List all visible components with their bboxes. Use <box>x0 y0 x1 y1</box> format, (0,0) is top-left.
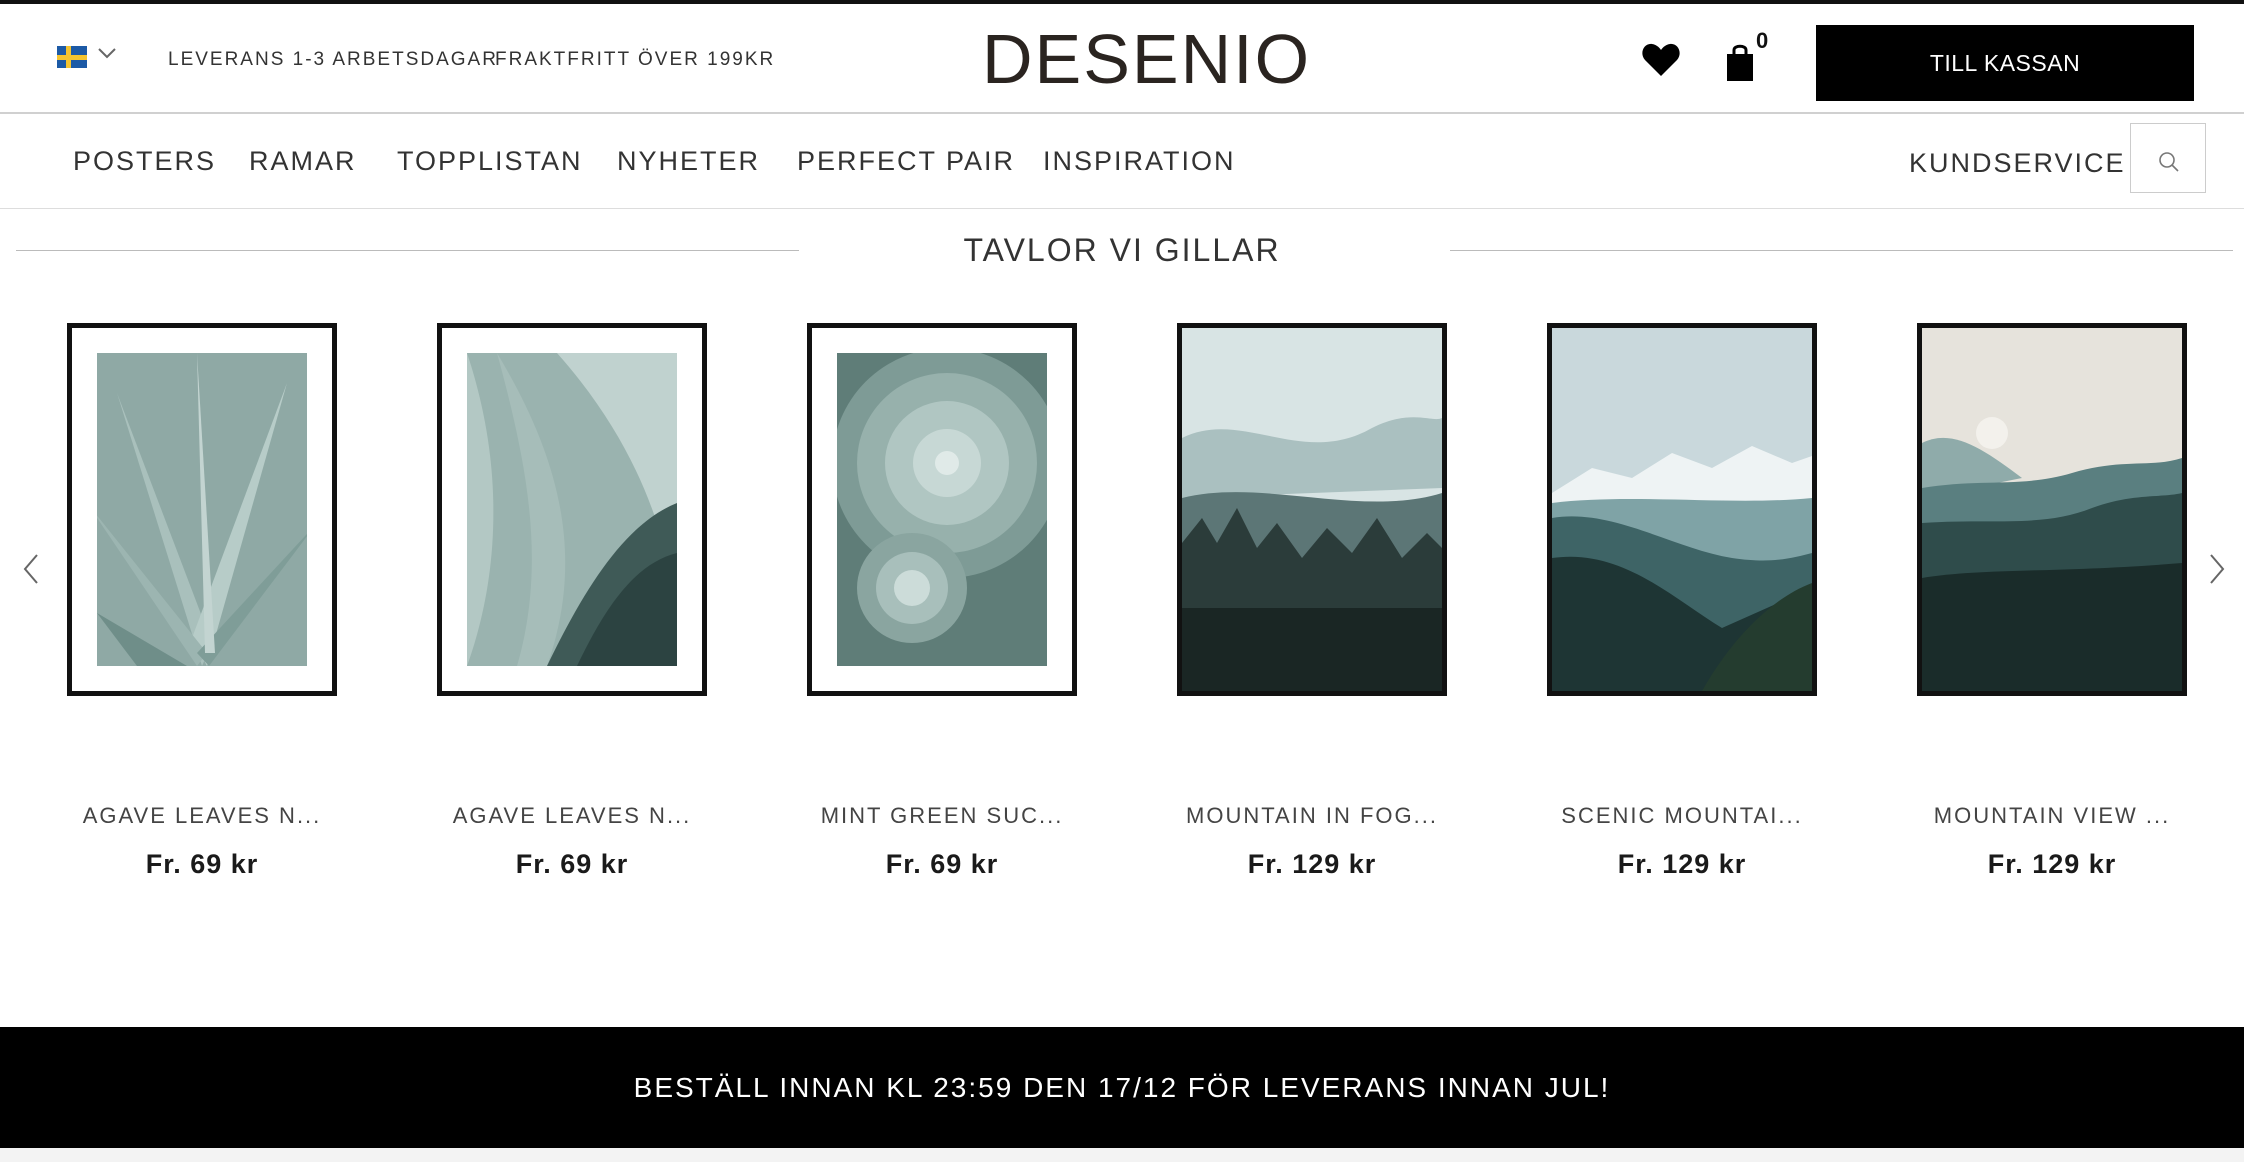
main-navigation: POSTERS RAMAR TOPPLISTAN NYHETER PERFECT… <box>0 114 2244 209</box>
nav-item-posters[interactable]: POSTERS <box>73 146 216 177</box>
product-image[interactable] <box>807 323 1077 696</box>
product-price: Fr. 129 kr <box>1247 849 1377 879</box>
bottom-strip <box>0 1148 2244 1162</box>
product-name[interactable]: SCENIC MOUNTAI... <box>1527 803 1837 829</box>
heart-icon[interactable] <box>1641 42 1681 78</box>
product-name[interactable]: AGAVE LEAVES N... <box>417 803 727 829</box>
product-price: Fr. 69 kr <box>515 849 629 879</box>
product-image[interactable] <box>1547 323 1817 696</box>
cart-count-badge: 0 <box>1756 28 1769 53</box>
section-title: TAVLOR VI GILLAR <box>963 232 1281 268</box>
product-price: Fr. 129 kr <box>1987 849 2117 879</box>
search-button[interactable] <box>2130 123 2206 193</box>
delivery-info: LEVERANS 1-3 ARBETSDAGAR <box>168 49 498 70</box>
free-shipping-info: FRAKTFRITT ÖVER 199KR <box>495 49 776 70</box>
product-image[interactable] <box>67 323 337 696</box>
shopping-bag-icon[interactable] <box>1725 42 1755 82</box>
desenio-logo[interactable]: DESENIO <box>982 18 1311 100</box>
search-icon <box>2159 152 2179 172</box>
product-name[interactable]: MOUNTAIN IN FOG... <box>1157 803 1467 829</box>
nav-item-ramar[interactable]: RAMAR <box>249 146 357 177</box>
nav-item-nyheter[interactable]: NYHETER <box>617 146 760 177</box>
checkout-button[interactable]: TILL KASSAN <box>1816 25 2194 101</box>
site-header: LEVERANS 1-3 ARBETSDAGAR FRAKTFRITT ÖVER… <box>0 4 2244 114</box>
product-name[interactable]: MOUNTAIN VIEW ... <box>1897 803 2207 829</box>
chevron-left-icon[interactable] <box>19 551 43 587</box>
sweden-flag-icon[interactable] <box>57 46 87 68</box>
chevron-right-icon[interactable] <box>2205 551 2229 587</box>
chevron-down-icon[interactable] <box>96 46 118 60</box>
product-image[interactable] <box>437 323 707 696</box>
christmas-delivery-banner: BESTÄLL INNAN KL 23:59 DEN 17/12 FÖR LEV… <box>0 1027 2244 1148</box>
product-name[interactable]: MINT GREEN SUC... <box>787 803 1097 829</box>
product-price: Fr. 129 kr <box>1617 849 1747 879</box>
product-image[interactable] <box>1177 323 1447 696</box>
nav-item-perfect-pair[interactable]: PERFECT PAIR <box>797 146 1015 177</box>
product-name[interactable]: AGAVE LEAVES N... <box>47 803 357 829</box>
customer-service-link[interactable]: KUNDSERVICE <box>1909 148 2126 179</box>
nav-item-inspiration[interactable]: INSPIRATION <box>1043 146 1236 177</box>
banner-text: BESTÄLL INNAN KL 23:59 DEN 17/12 FÖR LEV… <box>633 1071 1611 1103</box>
nav-item-topplistan[interactable]: TOPPLISTAN <box>397 146 583 177</box>
product-price: Fr. 69 kr <box>885 849 999 879</box>
product-price: Fr. 69 kr <box>145 849 259 879</box>
product-image[interactable] <box>1917 323 2187 696</box>
